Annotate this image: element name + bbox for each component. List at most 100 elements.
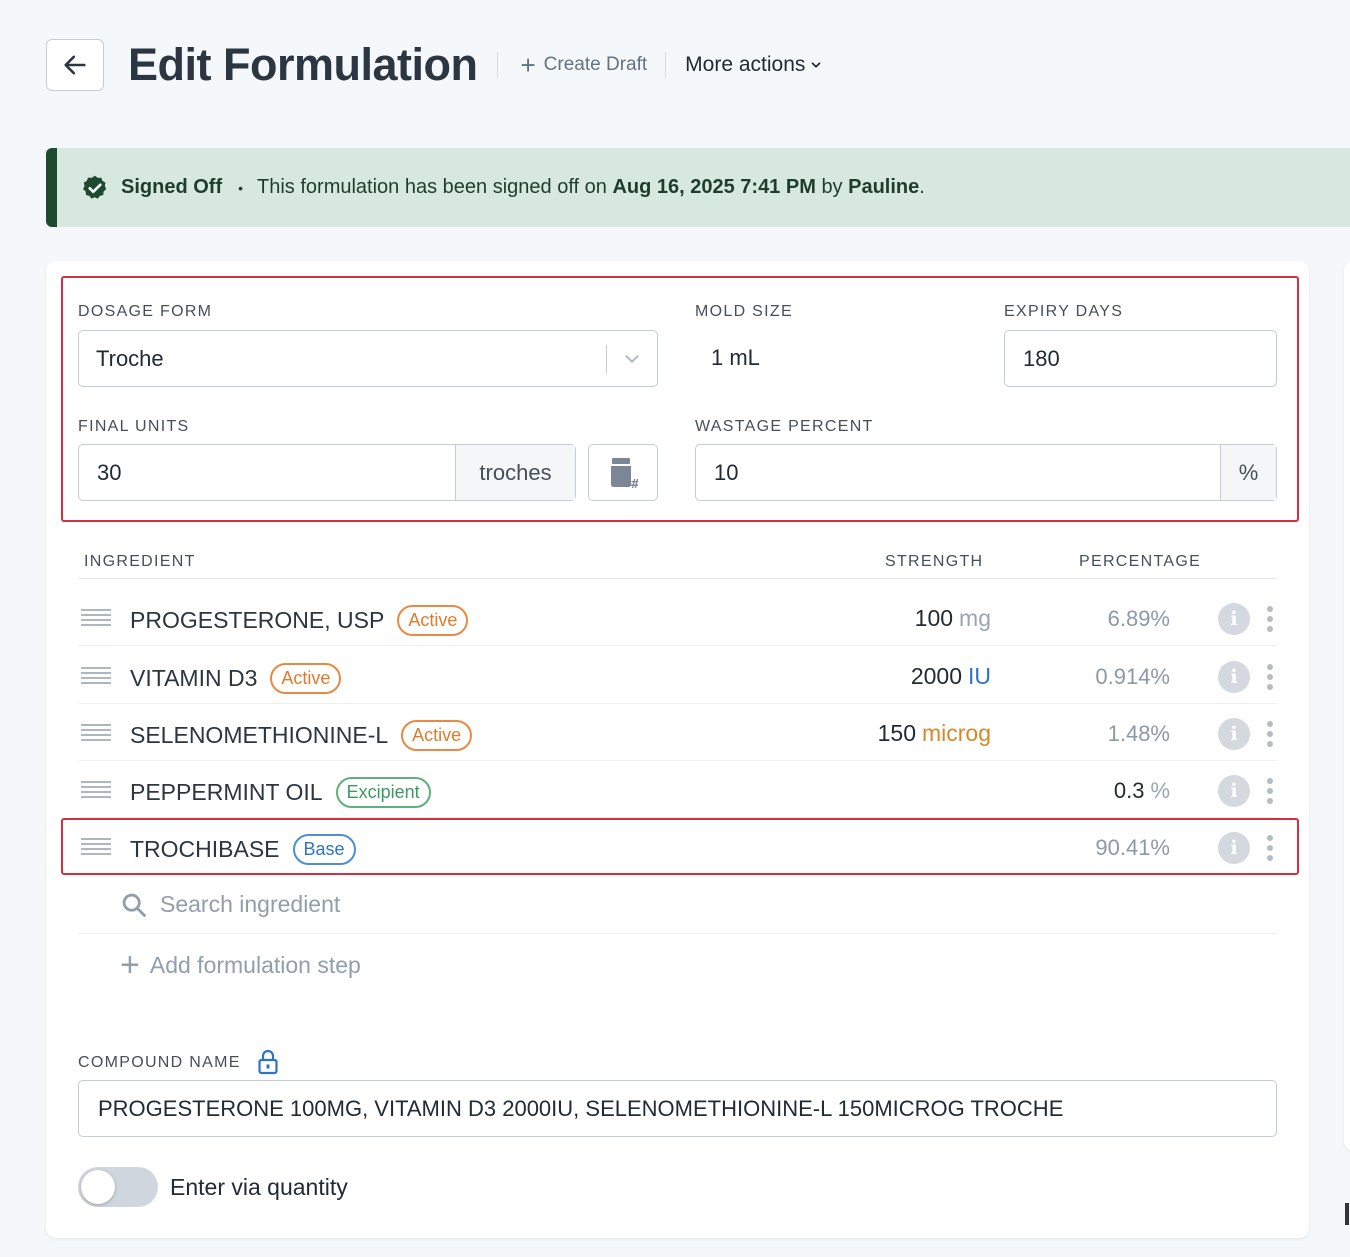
toggle-knob	[81, 1170, 115, 1204]
ingredient-name-text: PROGESTERONE, USP	[130, 607, 385, 633]
final-units-unit: troches	[455, 445, 575, 500]
final-units-field[interactable]: troches	[78, 444, 576, 501]
info-icon[interactable]: i	[1218, 661, 1250, 693]
edge-marker	[1345, 1203, 1349, 1225]
add-formulation-step-label: Add formulation step	[149, 951, 361, 978]
enter-via-quantity-label: Enter via quantity	[170, 1174, 348, 1200]
drag-handle-icon[interactable]	[81, 781, 111, 801]
verified-badge-icon	[83, 175, 107, 199]
dosage-form-value: Troche	[96, 345, 164, 371]
drag-handle-icon[interactable]	[81, 609, 111, 629]
final-units-input[interactable]	[79, 445, 455, 500]
percentage-column-header: PERCENTAGE	[1079, 553, 1202, 570]
back-arrow-icon	[64, 55, 86, 75]
kebab-menu-icon[interactable]	[1263, 603, 1277, 635]
kebab-menu-icon[interactable]	[1263, 661, 1277, 693]
ingredient-strength: 100 mg	[915, 605, 991, 632]
ingredient-name-text: TROCHIBASE	[130, 836, 280, 862]
ingredient-name-text: PEPPERMINT OIL	[130, 779, 323, 805]
search-ingredient-input[interactable]	[160, 891, 760, 918]
expiry-days-label: EXPIRY DAYS	[1004, 303, 1124, 320]
plus-icon: +	[520, 50, 536, 80]
ingredient-name-text: VITAMIN D3	[130, 665, 258, 691]
separator-dot: •	[238, 179, 244, 196]
ingredient-type-badge: Base	[292, 834, 356, 865]
kebab-menu-icon[interactable]	[1263, 718, 1277, 750]
ingredient-percentage: 0.914%	[1095, 664, 1170, 689]
ingredient-percentage: 6.89%	[1107, 606, 1170, 631]
lock-icon[interactable]	[257, 1049, 279, 1075]
chevron-down-icon	[625, 354, 639, 363]
ingredient-name-text: SELENOMETHIONINE-L	[130, 722, 389, 748]
compound-name-field[interactable]: PROGESTERONE 100MG, VITAMIN D3 2000IU, S…	[78, 1080, 1277, 1137]
ingredient-percentage[interactable]: 0.3%	[1114, 778, 1170, 804]
ingredient-strength: 150 microg	[878, 720, 991, 747]
strength-value: 2000	[910, 663, 962, 689]
status-message: This formulation has been signed off on …	[257, 176, 925, 199]
ingredient-name: SELENOMETHIONINE-L Active	[130, 720, 473, 751]
drag-handle-icon[interactable]	[81, 838, 111, 858]
table-row: VITAMIN D3 Active 2000 IU 0.914% i	[78, 647, 1277, 704]
select-divider	[606, 344, 607, 373]
chevron-down-icon	[812, 62, 821, 68]
unit-calculator-button[interactable]: #	[588, 444, 658, 501]
page-title: Edit Formulation	[128, 39, 478, 90]
calculator-icon: #	[611, 457, 638, 490]
wastage-percent-label: WASTAGE PERCENT	[695, 418, 874, 435]
ingredient-percentage: 90.41%	[1095, 835, 1170, 860]
expiry-days-field[interactable]	[1004, 330, 1277, 387]
kebab-menu-icon[interactable]	[1263, 775, 1277, 807]
strength-unit: microg	[921, 720, 991, 746]
create-draft-label: Create Draft	[543, 54, 648, 75]
ingredient-type-badge: Active	[397, 605, 469, 636]
mold-size-label: MOLD SIZE	[695, 303, 793, 320]
info-icon[interactable]: i	[1218, 775, 1250, 807]
table-header-divider	[78, 578, 1277, 579]
wastage-percent-field[interactable]: %	[695, 444, 1277, 501]
signed-off-user: Pauline	[848, 176, 920, 198]
strength-unit: IU	[968, 663, 991, 689]
status-message-prefix: This formulation has been signed off on	[257, 176, 607, 198]
strength-value: 150	[877, 720, 916, 746]
side-panel	[1344, 261, 1350, 1151]
drag-handle-icon[interactable]	[81, 724, 111, 744]
enter-via-quantity-toggle[interactable]	[78, 1167, 158, 1207]
ingredient-percentage: 1.48%	[1107, 721, 1170, 746]
plus-icon: +	[120, 946, 140, 984]
svg-text:#: #	[630, 477, 638, 490]
search-icon	[122, 893, 146, 917]
wastage-percent-unit: %	[1220, 445, 1276, 500]
table-row: PROGESTERONE, USP Active 100 mg 6.89% i	[78, 589, 1277, 646]
ingredient-name: PEPPERMINT OIL Excipient	[130, 777, 431, 808]
back-button[interactable]	[46, 39, 104, 91]
ingredient-name: VITAMIN D3 Active	[130, 663, 342, 694]
info-icon[interactable]: i	[1218, 718, 1250, 750]
kebab-menu-icon[interactable]	[1263, 832, 1277, 864]
signed-off-date: Aug 16, 2025 7:41 PM	[612, 176, 816, 198]
table-row: SELENOMETHIONINE-L Active 150 microg 1.48…	[78, 704, 1277, 761]
ingredient-name: TROCHIBASE Base	[130, 834, 356, 865]
add-formulation-step-button[interactable]: + Add formulation step	[120, 948, 361, 982]
ingredient-type-badge: Active	[401, 720, 473, 751]
final-units-label: FINAL UNITS	[78, 418, 190, 435]
more-actions-button[interactable]: More actions	[685, 53, 823, 77]
ingredient-name: PROGESTERONE, USP Active	[130, 605, 469, 636]
drag-handle-icon[interactable]	[81, 667, 111, 687]
divider	[497, 52, 499, 78]
wastage-percent-input[interactable]	[696, 445, 1220, 500]
expiry-days-input[interactable]	[1005, 331, 1276, 386]
mold-size-value: 1 mL	[711, 345, 760, 370]
table-row: TROCHIBASE Base 90.41% i	[78, 818, 1277, 875]
ingredient-strength: 2000 IU	[911, 663, 991, 690]
info-icon[interactable]: i	[1218, 603, 1250, 635]
percentage-value: 0.3	[1113, 778, 1145, 803]
info-icon[interactable]: i	[1218, 832, 1250, 864]
strength-unit: mg	[959, 605, 991, 631]
create-draft-button[interactable]: + Create Draft	[520, 52, 647, 78]
ingredient-column-header: INGREDIENT	[84, 553, 196, 570]
table-row: PEPPERMINT OIL Excipient 0.3% i	[78, 761, 1277, 818]
compound-name-label: COMPOUND NAME	[78, 1054, 241, 1071]
dosage-form-select[interactable]: Troche	[78, 330, 658, 387]
more-actions-label: More actions	[685, 53, 806, 76]
status-title: Signed Off	[121, 176, 223, 198]
